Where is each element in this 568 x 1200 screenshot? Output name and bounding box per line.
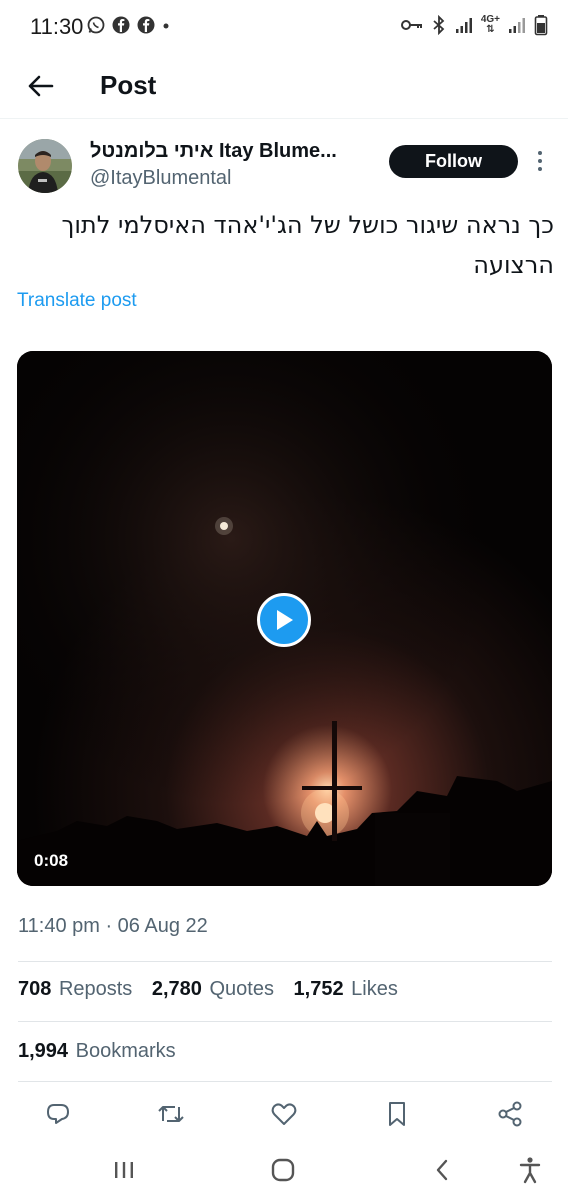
heart-icon [271, 1103, 297, 1125]
post-action-bar [0, 1094, 568, 1138]
battery-icon [534, 15, 548, 36]
divider [18, 1081, 552, 1082]
back-button[interactable] [22, 68, 58, 104]
more-dot [538, 159, 542, 163]
status-bar: 11:30 4G+ ⇅ [0, 0, 568, 56]
notification-dot-icon [163, 23, 169, 29]
repost-icon-glyph [158, 1106, 184, 1122]
arrow-left-icon [28, 75, 54, 97]
reply-icon-glyph [47, 1104, 69, 1124]
key-icon [400, 20, 422, 30]
network-label: 4G+ [480, 14, 500, 25]
status-notification-icons [86, 15, 171, 35]
signal-icon [509, 18, 525, 33]
status-time: 11:30 [30, 14, 84, 39]
avatar[interactable] [18, 139, 72, 193]
video-duration: 0:08 [34, 851, 69, 870]
translate-post-link[interactable]: Translate post [17, 290, 137, 312]
play-button[interactable] [257, 593, 311, 647]
likes-label: Likes [351, 978, 398, 1000]
reposts-label: Reposts [58, 978, 133, 1000]
network-4g-icon: 4G+ ⇅ [480, 14, 500, 35]
top-app-bar: Post [0, 56, 568, 119]
bookmark-icon[interactable] [377, 1094, 417, 1134]
author-display-name[interactable]: איתי בלומנטל Itay Blume... [90, 140, 337, 163]
recent-apps-glyph [115, 1162, 133, 1178]
bookmark-icon-glyph [389, 1102, 405, 1126]
reply-icon[interactable] [38, 1094, 78, 1134]
quotes-count: 2,780 [151, 978, 202, 1000]
author-handle[interactable]: @ItayBlumental [90, 167, 231, 190]
follow-button[interactable]: Follow [389, 145, 518, 178]
page-title: Post [100, 70, 157, 100]
play-icon [277, 610, 293, 630]
post-text-line: כך נראה שיגור כושל של הג'י'אהד האיסלמי ל… [61, 211, 554, 239]
divider [18, 961, 552, 962]
post-text: כך נראה שיגור כושל של הג'י'אהד האיסלמי ל… [16, 205, 554, 285]
repost-icon[interactable] [151, 1094, 191, 1134]
back-glyph [436, 1159, 448, 1181]
system-nav-bar [0, 1142, 568, 1200]
whatsapp-icon [87, 16, 105, 34]
signal-icon [455, 18, 472, 33]
more-dot [538, 167, 542, 171]
recent-apps-icon[interactable] [104, 1150, 144, 1190]
bookmarks-stat[interactable]: 1,994 Bookmarks [18, 1040, 176, 1063]
status-system-icons: 4G+ ⇅ [400, 14, 548, 36]
header-divider [0, 118, 568, 119]
stats-row: 708 Reposts 2,780 Quotes 1,752 Likes [18, 978, 412, 1001]
quotes-label: Quotes [209, 978, 274, 1000]
reposts-stat[interactable]: 708 Reposts [18, 978, 132, 1001]
back-icon[interactable] [422, 1150, 462, 1190]
share-icon[interactable] [490, 1094, 530, 1134]
home-glyph [271, 1158, 295, 1182]
more-options-icon[interactable] [528, 148, 552, 174]
facebook-icon [112, 16, 130, 34]
share-icon-glyph [498, 1101, 522, 1127]
divider [18, 1021, 552, 1022]
post-text-line: הרצועה [473, 251, 554, 279]
accessibility-glyph [519, 1157, 541, 1184]
home-icon[interactable] [263, 1150, 303, 1190]
more-dot [538, 151, 542, 155]
avatar-image [18, 139, 72, 193]
post-timestamp[interactable]: 11:40 pm · 06 Aug 22 [18, 915, 208, 938]
bookmarks-count: 1,994 [18, 1040, 69, 1062]
likes-stat[interactable]: 1,752 Likes [294, 978, 398, 1001]
quotes-stat[interactable]: 2,780 Quotes [152, 978, 274, 1001]
reposts-count: 708 [18, 978, 52, 1000]
bookmarks-label: Bookmarks [75, 1040, 176, 1062]
accessibility-icon[interactable] [510, 1150, 550, 1190]
likes-count: 1,752 [293, 978, 344, 1000]
facebook-icon [137, 16, 155, 34]
bluetooth-icon [433, 15, 445, 35]
like-icon[interactable] [264, 1094, 304, 1134]
